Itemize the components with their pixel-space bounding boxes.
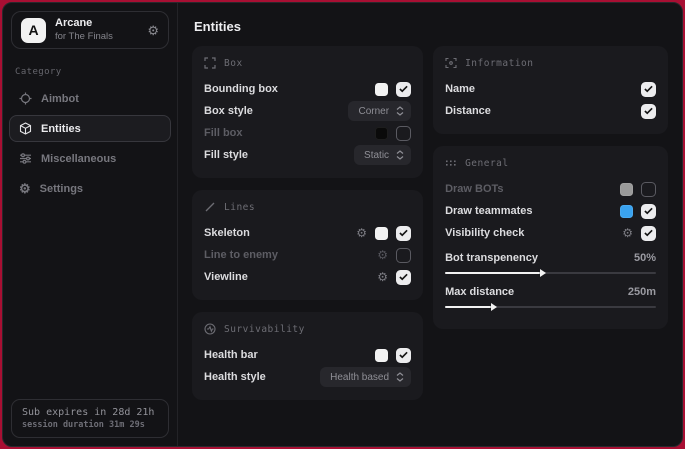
- row-visibility-check: Visibility check ⚙: [445, 222, 656, 244]
- max-distance-value: 250m: [628, 286, 656, 298]
- pulse-icon: [204, 323, 216, 335]
- chevron-up-down-icon: [396, 150, 404, 160]
- color-swatch[interactable]: [375, 83, 388, 96]
- bounding-box-icon: [204, 57, 216, 69]
- app-logo: A: [21, 18, 46, 43]
- box-style-dropdown[interactable]: Corner: [348, 101, 411, 121]
- app-subtitle: for The Finals: [55, 31, 138, 43]
- line-to-enemy-checkbox[interactable]: [396, 248, 411, 263]
- brand-settings-icon[interactable]: ⚙: [147, 24, 159, 37]
- draw-teammates-checkbox[interactable]: [641, 204, 656, 219]
- row-skeleton: Skeleton ⚙: [204, 222, 411, 244]
- max-distance-slider[interactable]: [445, 306, 656, 308]
- sub-expires-text: Sub expires in 28d 21h: [22, 407, 158, 418]
- bounding-box-checkbox[interactable]: [396, 82, 411, 97]
- app-window: A Arcane for The Finals ⚙ Category Aimbo…: [2, 2, 683, 447]
- sidebar-item-label: Settings: [40, 183, 83, 195]
- color-swatch[interactable]: [375, 127, 388, 140]
- chevron-up-down-icon: [396, 106, 404, 116]
- brand-card: A Arcane for The Finals ⚙: [11, 11, 169, 49]
- row-health-style: Health style Health based: [204, 366, 411, 388]
- color-swatch[interactable]: [620, 183, 633, 196]
- sidebar-item-miscellaneous[interactable]: Miscellaneous: [9, 145, 171, 172]
- bot-transparency-slider[interactable]: [445, 272, 656, 274]
- sidebar-item-settings[interactable]: ⚙ Settings: [9, 175, 171, 202]
- cube-icon: [19, 122, 32, 135]
- sidebar-nav: Aimbot Entities Miscella: [3, 85, 177, 202]
- visibility-settings-icon[interactable]: ⚙: [622, 227, 633, 239]
- category-label: Category: [15, 67, 165, 77]
- skeleton-checkbox[interactable]: [396, 226, 411, 241]
- color-swatch[interactable]: [375, 349, 388, 362]
- color-swatch[interactable]: [375, 227, 388, 240]
- row-fill-box: Fill box: [204, 122, 411, 144]
- sidebar-item-label: Miscellaneous: [41, 153, 116, 165]
- skeleton-settings-icon[interactable]: ⚙: [356, 227, 367, 239]
- line-icon: [204, 201, 216, 213]
- row-draw-bots: Draw BOTs: [445, 178, 656, 200]
- panel-lines: Lines Skeleton ⚙ Line to enemy: [192, 190, 423, 300]
- panel-survivability: Survivability Health bar Health style: [192, 312, 423, 400]
- visibility-check-checkbox[interactable]: [641, 226, 656, 241]
- panel-title: Information: [465, 58, 533, 69]
- sidebar-item-aimbot[interactable]: Aimbot: [9, 85, 171, 112]
- app-name: Arcane: [55, 17, 138, 31]
- panel-box: Box Bounding box Box style: [192, 46, 423, 178]
- row-name: Name: [445, 78, 656, 100]
- row-line-to-enemy: Line to enemy ⚙: [204, 244, 411, 266]
- viewline-checkbox[interactable]: [396, 270, 411, 285]
- panel-general: General Draw BOTs Draw teammates: [433, 146, 668, 329]
- bot-transparency-slider-group: Bot transpenency 50%: [445, 249, 656, 274]
- panel-title: Box: [224, 58, 243, 69]
- panel-title: General: [465, 158, 509, 169]
- slider-thumb[interactable]: [491, 303, 497, 311]
- sidebar: A Arcane for The Finals ⚙ Category Aimbo…: [3, 3, 178, 446]
- main-content: Entities Box Bounding box: [178, 3, 682, 446]
- row-draw-teammates: Draw teammates: [445, 200, 656, 222]
- draw-bots-checkbox[interactable]: [641, 182, 656, 197]
- sliders-icon: [19, 152, 32, 165]
- sidebar-item-entities[interactable]: Entities: [9, 115, 171, 142]
- bot-transparency-value: 50%: [634, 252, 656, 264]
- row-viewline: Viewline ⚙: [204, 266, 411, 288]
- grid-dots-icon: [445, 157, 457, 169]
- name-checkbox[interactable]: [641, 82, 656, 97]
- viewline-settings-icon[interactable]: ⚙: [377, 271, 388, 283]
- row-fill-style: Fill style Static: [204, 144, 411, 166]
- panel-title: Lines: [224, 202, 255, 213]
- crosshair-icon: [19, 92, 32, 105]
- row-health-bar: Health bar: [204, 344, 411, 366]
- distance-checkbox[interactable]: [641, 104, 656, 119]
- sidebar-item-label: Entities: [41, 123, 81, 135]
- line-to-enemy-settings-icon[interactable]: ⚙: [377, 249, 388, 261]
- session-duration-text: session duration 31m 29s: [22, 420, 158, 430]
- row-box-style: Box style Corner: [204, 100, 411, 122]
- health-bar-checkbox[interactable]: [396, 348, 411, 363]
- color-swatch[interactable]: [620, 205, 633, 218]
- sidebar-item-label: Aimbot: [41, 93, 79, 105]
- subscription-card: Sub expires in 28d 21h session duration …: [11, 399, 169, 438]
- gear-icon: ⚙: [19, 182, 31, 195]
- health-style-dropdown[interactable]: Health based: [320, 367, 411, 387]
- row-bounding-box: Bounding box: [204, 78, 411, 100]
- panel-information: Information Name Distance: [433, 46, 668, 134]
- fill-style-dropdown[interactable]: Static: [354, 145, 411, 165]
- panel-title: Survivability: [224, 324, 305, 335]
- fill-box-checkbox[interactable]: [396, 126, 411, 141]
- page-title: Entities: [194, 19, 668, 34]
- slider-thumb[interactable]: [540, 269, 546, 277]
- info-scan-icon: [445, 57, 457, 69]
- chevron-up-down-icon: [396, 372, 404, 382]
- row-distance: Distance: [445, 100, 656, 122]
- max-distance-slider-group: Max distance 250m: [445, 283, 656, 308]
